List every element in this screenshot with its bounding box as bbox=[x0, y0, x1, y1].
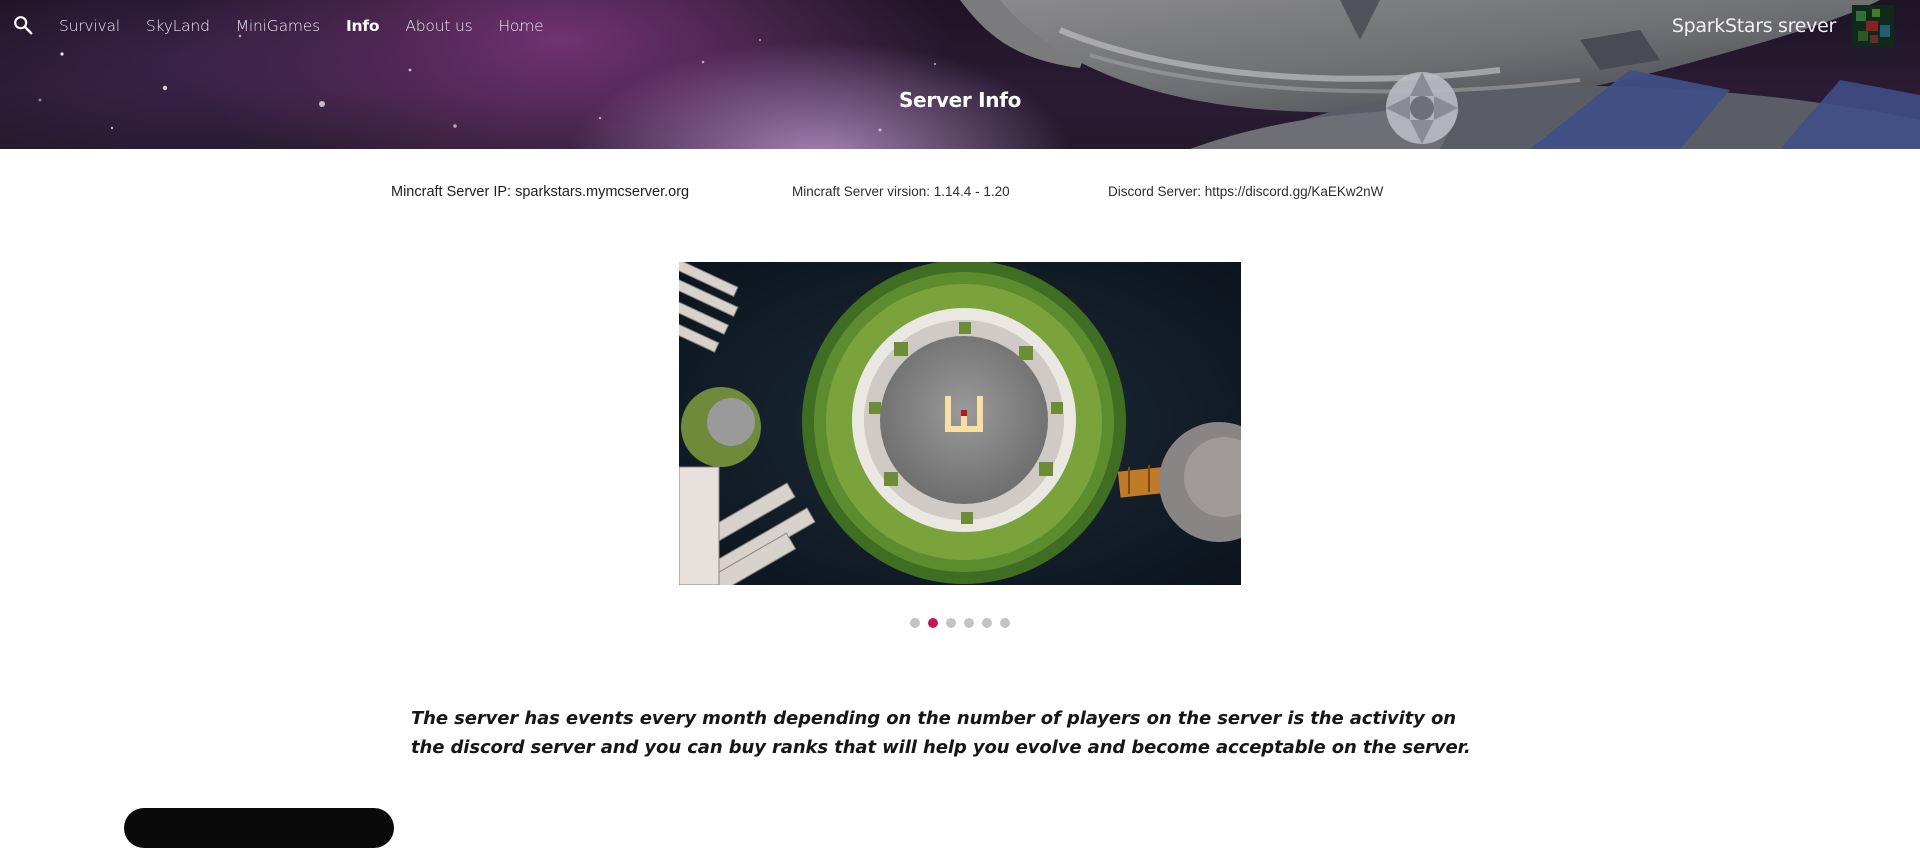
bottom-button[interactable] bbox=[124, 808, 394, 848]
main-menu: Survival SkyLand MiniGames Info About us… bbox=[59, 17, 569, 35]
search-icon[interactable] bbox=[12, 14, 34, 36]
server-version-text: Mincraft Server virsion: 1.14.4 - 1.20 bbox=[792, 184, 1010, 199]
menu-item-skyland[interactable]: SkyLand bbox=[146, 17, 210, 35]
carousel-dot-4[interactable] bbox=[964, 618, 974, 628]
menu-item-minigames[interactable]: MiniGames bbox=[236, 17, 320, 35]
carousel-dot-1[interactable] bbox=[910, 618, 920, 628]
server-description: The server has events every month depend… bbox=[411, 708, 1471, 758]
carousel-pagination bbox=[0, 618, 1920, 628]
menu-item-about-us[interactable]: About us bbox=[405, 17, 472, 35]
carousel-slide-image bbox=[679, 262, 1241, 585]
menu-item-info[interactable]: Info bbox=[346, 17, 380, 35]
server-ip-text: Mincraft Server IP: sparkstars.mymcserve… bbox=[391, 184, 690, 200]
image-carousel[interactable] bbox=[679, 262, 1241, 585]
page-title: Server Info bbox=[898, 88, 1022, 112]
header-banner: Survival SkyLand MiniGames Info About us… bbox=[0, 0, 1920, 149]
logo-image bbox=[1852, 5, 1894, 47]
carousel-dot-3[interactable] bbox=[946, 618, 956, 628]
server-info-row: Mincraft Server IP: sparkstars.mymcserve… bbox=[0, 184, 1920, 204]
carousel-dot-6[interactable] bbox=[1000, 618, 1010, 628]
menu-item-home[interactable]: Home bbox=[498, 17, 543, 35]
menu-item-survival[interactable]: Survival bbox=[59, 17, 120, 35]
carousel-dot-5[interactable] bbox=[982, 618, 992, 628]
site-title[interactable]: SparkStars srever bbox=[1672, 15, 1836, 37]
discord-link-text: Discord Server: https://discord.gg/KaEKw… bbox=[1108, 184, 1384, 199]
site-logo[interactable] bbox=[1852, 5, 1894, 47]
top-navigation: Survival SkyLand MiniGames Info About us… bbox=[0, 0, 1920, 54]
carousel-dot-2[interactable] bbox=[928, 618, 938, 628]
